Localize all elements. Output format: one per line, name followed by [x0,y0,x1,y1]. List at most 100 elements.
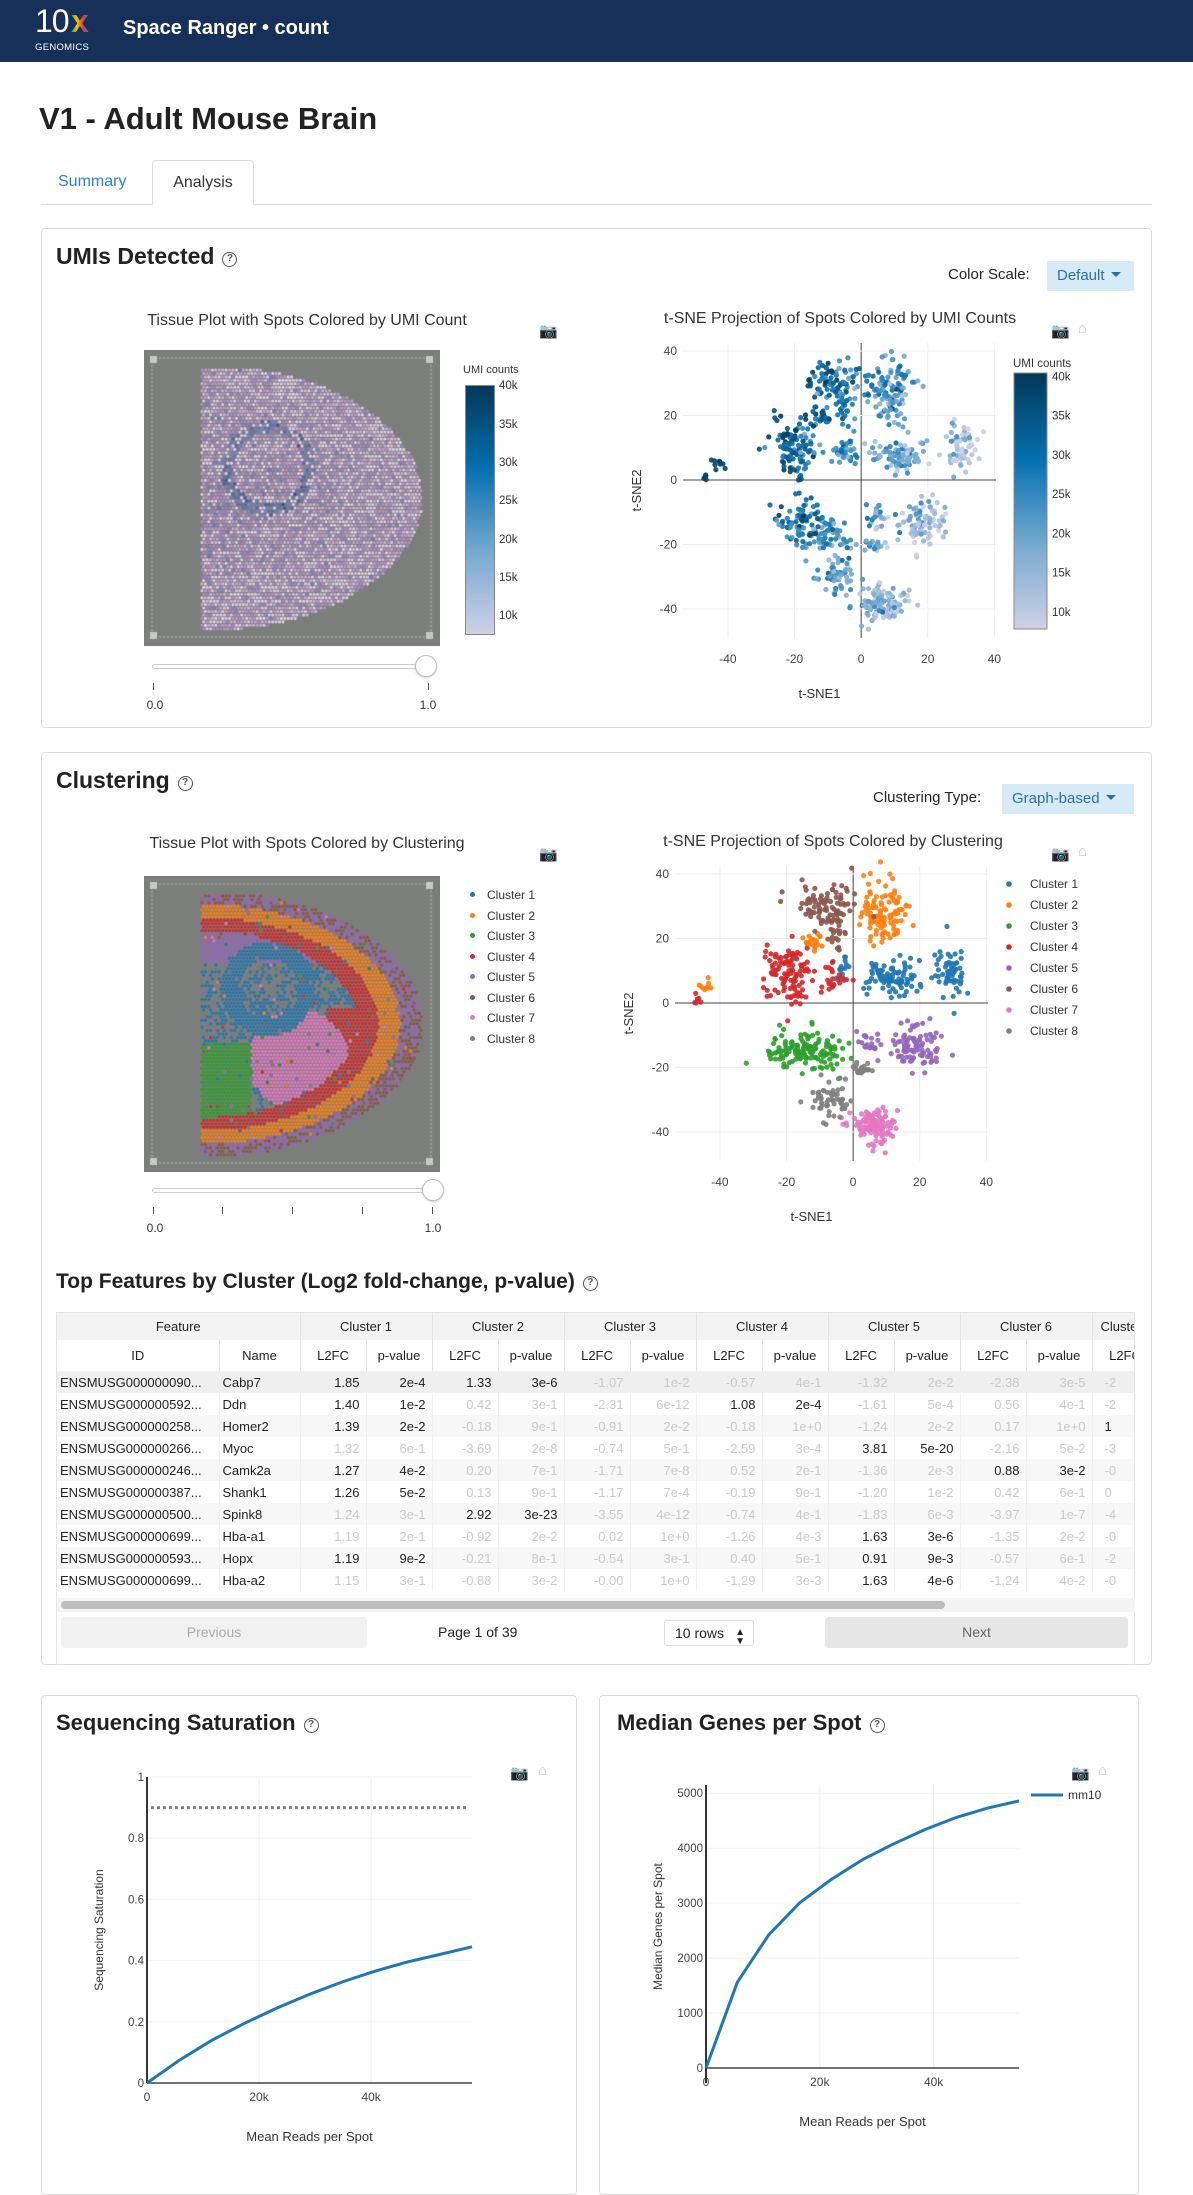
tissue-image-clustering[interactable] [144,876,440,1172]
table-row[interactable]: ENSMUSG000000699...Hba-a11.192e-1-0.922e… [57,1525,1135,1547]
legend-item-cluster-4[interactable]: Cluster 4 [470,948,535,966]
legend-item-cluster-5[interactable]: Cluster 5 [1006,961,1078,975]
color-scale-dropdown[interactable]: Default [1047,261,1134,291]
opacity-slider-track[interactable] [152,664,436,669]
previous-page-button[interactable]: Previous [61,1617,367,1648]
legend-item-cluster-2[interactable]: Cluster 2 [470,907,535,925]
column-header-l2fc[interactable]: L2FC [432,1340,498,1371]
legend-item-cluster-3[interactable]: Cluster 3 [1006,919,1078,933]
section-title: Clustering [56,767,170,793]
legend-item-cluster-8[interactable]: Cluster 8 [470,1030,535,1048]
opacity-slider-track[interactable] [152,1188,444,1193]
tsne-point-cluster-7 [871,592,876,597]
horizontal-scrollbar-thumb[interactable] [61,1601,945,1609]
column-header-p-value[interactable]: p-value [894,1340,960,1371]
legend-item-cluster-5[interactable]: Cluster 5 [470,968,535,986]
tsne-point-cluster-5 [927,541,932,546]
tab-analysis[interactable]: Analysis [152,160,254,205]
pvalue-cell: 5e-2 [366,1481,432,1503]
help-icon[interactable]: ? [304,1718,319,1733]
tsne-point-cluster-6 [836,399,841,404]
opacity-slider-handle[interactable] [422,1179,444,1201]
column-header-p-value[interactable]: p-value [630,1340,696,1371]
help-icon[interactable]: ? [222,252,237,267]
column-header-l2fc[interactable]: L2FC [300,1340,366,1371]
tsne-point-cluster-1 [867,450,872,455]
column-header-l2fc[interactable]: L2FC [1092,1340,1135,1371]
l2fc-cell: 1.63 [828,1569,894,1591]
legend-item-cluster-6[interactable]: Cluster 6 [1006,982,1078,996]
tsne-point-cluster-7 [901,591,906,596]
tsne-point-cluster-1 [896,448,901,453]
10x-genomics-logo[interactable]: 10 x GENOMICS [35,4,95,56]
tsne-point-cluster-1 [905,980,910,985]
slider-tick [153,1207,154,1214]
opacity-slider-handle[interactable] [415,655,437,677]
tsne-point-cluster-8 [872,546,877,551]
rows-per-page-select[interactable]: 10 rows▲▼ [664,1620,754,1646]
column-header-p-value[interactable]: p-value [366,1340,432,1371]
clustering-type-dropdown[interactable]: Graph-based [1002,784,1134,814]
legend-item-cluster-1[interactable]: Cluster 1 [470,886,535,904]
camera-icon[interactable]: 📷 [539,845,558,863]
camera-icon[interactable]: 📷 [539,322,558,340]
column-header-l2fc[interactable]: L2FC [564,1340,630,1371]
table-row[interactable]: ENSMUSG000000258...Homer21.392e-2-0.189e… [57,1415,1135,1437]
cluster-tsne-plot[interactable]: -40-200204040200-20-40t-SNE1t-SNE2Cluste… [612,854,1152,1234]
table-row[interactable]: ENSMUSG000000592...Ddn1.401e-20.423e-1-2… [57,1393,1135,1415]
table-row[interactable]: ENSMUSG000000387...Shank11.265e-20.139e-… [57,1481,1135,1503]
umi-tsne-plot[interactable]: -40-200204040200-20-40t-SNE1t-SNE2UMI co… [620,330,1140,710]
series-line[interactable] [147,1947,472,2083]
next-page-button[interactable]: Next [825,1617,1128,1648]
table-row[interactable]: ENSMUSG000000500...Spink81.243e-12.923e-… [57,1503,1135,1525]
legend-item-cluster-3[interactable]: Cluster 3 [470,927,535,945]
column-header-l2fc[interactable]: L2FC [696,1340,762,1371]
clustering-type-value: Graph-based [1012,790,1100,807]
tsne-point-cluster-6 [846,424,851,429]
tsne-point-cluster-1 [839,964,844,969]
legend-item-cluster-8[interactable]: Cluster 8 [1006,1024,1078,1038]
legend-item-cluster-4[interactable]: Cluster 4 [1006,940,1078,954]
sequencing-saturation-chart[interactable]: 020k40k10.80.60.40.20Mean Reads per Spot… [41,1760,577,2170]
table-row[interactable]: ENSMUSG000000699...Hba-a21.153e-1-0.883e… [57,1569,1135,1591]
column-header-p-value[interactable]: p-value [498,1340,564,1371]
tsne-point-cluster-7 [907,588,912,593]
tsne-point-cluster-8 [814,576,819,581]
tsne-point-cluster-8 [817,1106,822,1111]
feature-name: Myoc [219,1437,300,1459]
tsne-point-cluster-1 [958,463,963,468]
tab-summary[interactable]: Summary [41,160,143,205]
legend-item-cluster-2[interactable]: Cluster 2 [1006,898,1078,912]
tsne-point-cluster-8 [860,577,865,582]
legend-item-cluster-7[interactable]: Cluster 7 [470,1009,535,1027]
table-row[interactable]: ENSMUSG000000266...Myoc1.326e-1-3.692e-8… [57,1437,1135,1459]
tsne-point-cluster-5 [893,1032,898,1037]
tsne-point-cluster-4 [839,440,844,445]
tsne-point-cluster-1 [907,964,912,969]
help-icon[interactable]: ? [178,776,193,791]
median-genes-chart[interactable]: 020k40k500040003000200010000mm10Mean Rea… [599,1760,1139,2170]
table-row[interactable]: ENSMUSG000000593...Hopx1.199e-2-0.218e-1… [57,1547,1135,1569]
tsne-point-cluster-2 [883,883,888,888]
help-icon[interactable]: ? [583,1276,598,1291]
column-header-id[interactable]: ID [57,1340,219,1371]
legend-item-cluster-1[interactable]: Cluster 1 [1006,877,1078,891]
help-icon[interactable]: ? [870,1718,885,1733]
tissue-image-umi[interactable] [144,350,440,646]
column-header-l2fc[interactable]: L2FC [828,1340,894,1371]
tsne-point-cluster-4 [784,954,789,959]
legend-item-cluster-7[interactable]: Cluster 7 [1006,1003,1078,1017]
column-header-p-value[interactable]: p-value [1026,1340,1092,1371]
tsne-point-cluster-4 [703,473,708,478]
legend-item-cluster-6[interactable]: Cluster 6 [470,989,535,1007]
tsne-point-cluster-3 [800,1039,805,1044]
series-line[interactable] [706,1801,1019,2068]
column-header-l2fc[interactable]: L2FC [960,1340,1026,1371]
column-header-name[interactable]: Name [219,1340,300,1371]
column-header-p-value[interactable]: p-value [762,1340,828,1371]
table-row[interactable]: ENSMUSG000000246...Camk2a1.274e-20.207e-… [57,1459,1135,1481]
tsne-point-cluster-4 [803,967,808,972]
tsne-point-cluster-5 [897,1053,902,1058]
legend-marker [1006,965,1012,971]
table-row[interactable]: ENSMUSG000000090...Cabp71.852e-41.333e-6… [57,1371,1135,1393]
